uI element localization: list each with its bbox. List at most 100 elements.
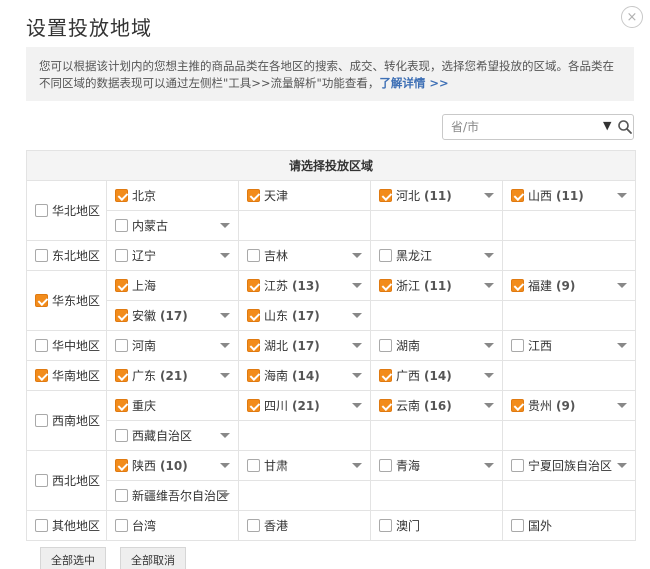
close-icon[interactable]: × — [621, 6, 643, 28]
province-checkbox[interactable] — [115, 399, 128, 412]
province-item[interactable]: 安徽 (17) — [107, 302, 238, 330]
province-item[interactable]: 江西 — [503, 332, 635, 360]
province-item[interactable]: 国外 — [503, 512, 635, 540]
chevron-down-icon[interactable] — [220, 432, 230, 438]
chevron-down-icon[interactable] — [352, 252, 362, 258]
province-item[interactable]: 福建 (9) — [503, 272, 635, 300]
chevron-down-icon[interactable] — [352, 462, 362, 468]
chevron-down-icon[interactable] — [484, 252, 494, 258]
province-checkbox[interactable] — [511, 399, 524, 412]
province-checkbox[interactable] — [247, 249, 260, 262]
province-item[interactable]: 澳门 — [371, 512, 502, 540]
region-checkbox-group[interactable]: 西北地区 — [35, 472, 106, 489]
province-item[interactable]: 重庆 — [107, 392, 238, 420]
chevron-down-icon[interactable] — [352, 282, 362, 288]
chevron-down-icon[interactable] — [484, 192, 494, 198]
chevron-down-icon[interactable]: ▼ — [603, 119, 611, 132]
province-item[interactable]: 云南 (16) — [371, 392, 502, 420]
province-checkbox[interactable] — [115, 519, 128, 532]
chevron-down-icon[interactable] — [220, 492, 230, 498]
province-item[interactable]: 山西 (11) — [503, 182, 635, 210]
chevron-down-icon[interactable] — [220, 222, 230, 228]
province-item[interactable]: 江苏 (13) — [239, 272, 370, 300]
chevron-down-icon[interactable] — [220, 312, 230, 318]
region-checkbox-group[interactable]: 西南地区 — [35, 412, 106, 429]
chevron-down-icon[interactable] — [617, 342, 628, 348]
province-item[interactable]: 广东 (21) — [107, 362, 238, 390]
province-item[interactable]: 香港 — [239, 512, 370, 540]
province-checkbox[interactable] — [247, 459, 260, 472]
region-checkbox-group[interactable]: 华东地区 — [35, 292, 106, 309]
search-icon[interactable] — [617, 118, 633, 136]
province-checkbox[interactable] — [379, 339, 392, 352]
province-checkbox[interactable] — [511, 459, 524, 472]
province-item[interactable]: 黑龙江 — [371, 242, 502, 270]
chevron-down-icon[interactable] — [617, 402, 628, 408]
chevron-down-icon[interactable] — [484, 372, 494, 378]
region-checkbox-group[interactable]: 其他地区 — [35, 517, 106, 534]
province-checkbox[interactable] — [115, 249, 128, 262]
chevron-down-icon[interactable] — [220, 342, 230, 348]
province-item[interactable]: 湖南 — [371, 332, 502, 360]
province-item[interactable]: 天津 — [239, 182, 370, 210]
region-checkbox[interactable] — [35, 519, 48, 532]
region-checkbox[interactable] — [35, 249, 48, 262]
province-item[interactable]: 甘肃 — [239, 452, 370, 480]
chevron-down-icon[interactable] — [617, 192, 628, 198]
province-checkbox[interactable] — [115, 279, 128, 292]
region-checkbox-group[interactable]: 华南地区 — [35, 367, 106, 384]
chevron-down-icon[interactable] — [617, 282, 628, 288]
province-checkbox[interactable] — [247, 399, 260, 412]
province-checkbox[interactable] — [379, 519, 392, 532]
province-item[interactable]: 海南 (14) — [239, 362, 370, 390]
select-all-button[interactable]: 全部选中 — [40, 547, 106, 569]
province-item[interactable]: 西藏自治区 — [107, 422, 238, 450]
province-checkbox[interactable] — [115, 429, 128, 442]
province-item[interactable]: 内蒙古 — [107, 212, 238, 240]
region-checkbox-group[interactable]: 东北地区 — [35, 247, 106, 264]
province-checkbox[interactable] — [115, 309, 128, 322]
region-checkbox-group[interactable]: 华中地区 — [35, 337, 106, 354]
province-item[interactable]: 贵州 (9) — [503, 392, 635, 420]
chevron-down-icon[interactable] — [220, 252, 230, 258]
chevron-down-icon[interactable] — [484, 282, 494, 288]
province-checkbox[interactable] — [247, 369, 260, 382]
region-checkbox[interactable] — [35, 339, 48, 352]
province-item[interactable]: 台湾 — [107, 512, 238, 540]
province-checkbox[interactable] — [511, 339, 524, 352]
chevron-down-icon[interactable] — [220, 372, 230, 378]
province-checkbox[interactable] — [379, 369, 392, 382]
search-input[interactable] — [449, 116, 599, 138]
chevron-down-icon[interactable] — [484, 462, 494, 468]
province-checkbox[interactable] — [115, 489, 128, 502]
region-checkbox[interactable] — [35, 474, 48, 487]
province-checkbox[interactable] — [379, 459, 392, 472]
province-item[interactable]: 辽宁 — [107, 242, 238, 270]
province-item[interactable]: 宁夏回族自治区 — [503, 452, 635, 480]
province-checkbox[interactable] — [115, 189, 128, 202]
chevron-down-icon[interactable] — [352, 372, 362, 378]
chevron-down-icon[interactable] — [352, 342, 362, 348]
province-item[interactable]: 北京 — [107, 182, 238, 210]
province-item[interactable]: 陕西 (10) — [107, 452, 238, 480]
province-checkbox[interactable] — [115, 459, 128, 472]
province-checkbox[interactable] — [115, 369, 128, 382]
province-checkbox[interactable] — [511, 189, 524, 202]
province-checkbox[interactable] — [247, 279, 260, 292]
province-checkbox[interactable] — [247, 309, 260, 322]
chevron-down-icon[interactable] — [484, 402, 494, 408]
province-checkbox[interactable] — [247, 339, 260, 352]
province-checkbox[interactable] — [379, 399, 392, 412]
province-item[interactable]: 浙江 (11) — [371, 272, 502, 300]
province-item[interactable]: 河南 — [107, 332, 238, 360]
region-checkbox[interactable] — [35, 369, 48, 382]
province-item[interactable]: 青海 — [371, 452, 502, 480]
province-item[interactable]: 河北 (11) — [371, 182, 502, 210]
chevron-down-icon[interactable] — [484, 342, 494, 348]
province-checkbox[interactable] — [379, 189, 392, 202]
chevron-down-icon[interactable] — [220, 462, 230, 468]
province-checkbox[interactable] — [511, 519, 524, 532]
province-checkbox[interactable] — [511, 279, 524, 292]
region-checkbox[interactable] — [35, 414, 48, 427]
province-checkbox[interactable] — [379, 279, 392, 292]
